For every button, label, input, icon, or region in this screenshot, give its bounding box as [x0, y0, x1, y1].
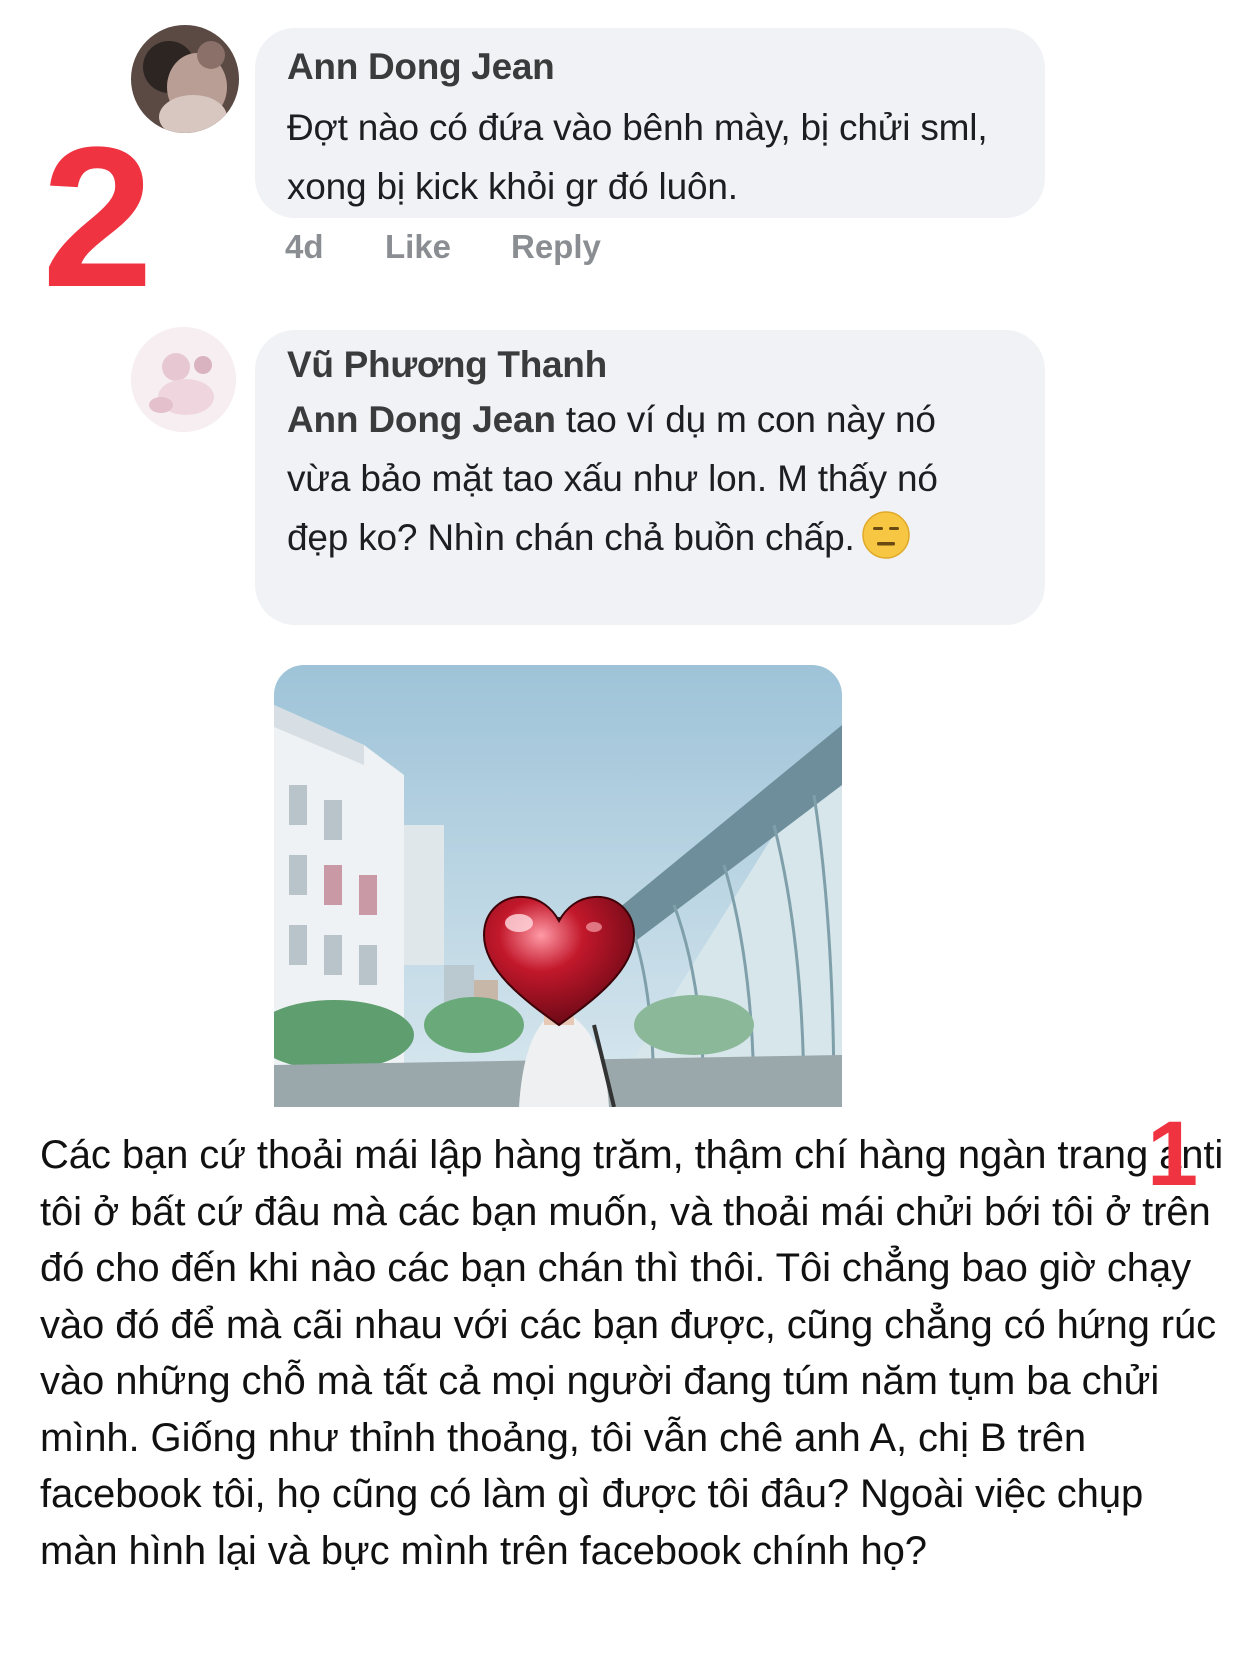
reply-button[interactable]: Reply	[511, 228, 601, 266]
comment-bubble-1: Ann Dong Jean Đợt nào có đứa vào bênh mà…	[255, 28, 1045, 218]
comment-timestamp: 4d	[285, 228, 324, 265]
comment-text: Ann Dong Jean tao ví dụ m con này nó vừa…	[287, 390, 1005, 567]
neutral-face-emoji-icon	[861, 511, 910, 559]
annotation-marker-2: 2	[42, 106, 154, 329]
street-photo	[274, 665, 842, 1107]
avatar-vu-phuong-thanh[interactable]	[131, 327, 236, 432]
post-text: Các bạn cứ thoải mái lập hàng trăm, thậm…	[40, 1133, 1224, 1573]
avatar-photo	[131, 327, 236, 432]
comment-attached-photo[interactable]	[274, 665, 842, 1107]
comment-author[interactable]: Vũ Phương Thanh	[287, 344, 1005, 386]
like-button[interactable]: Like	[385, 228, 451, 266]
comment-text: Đợt nào có đứa vào bênh mày, bị chửi sml…	[287, 107, 988, 207]
annotation-marker-1: 1	[1147, 1103, 1199, 1205]
comment-bubble-2: Vũ Phương Thanh Ann Dong Jean tao ví dụ …	[255, 330, 1045, 625]
mention-link[interactable]: Ann Dong Jean	[287, 399, 556, 440]
comment-author[interactable]: Ann Dong Jean	[287, 46, 1015, 88]
